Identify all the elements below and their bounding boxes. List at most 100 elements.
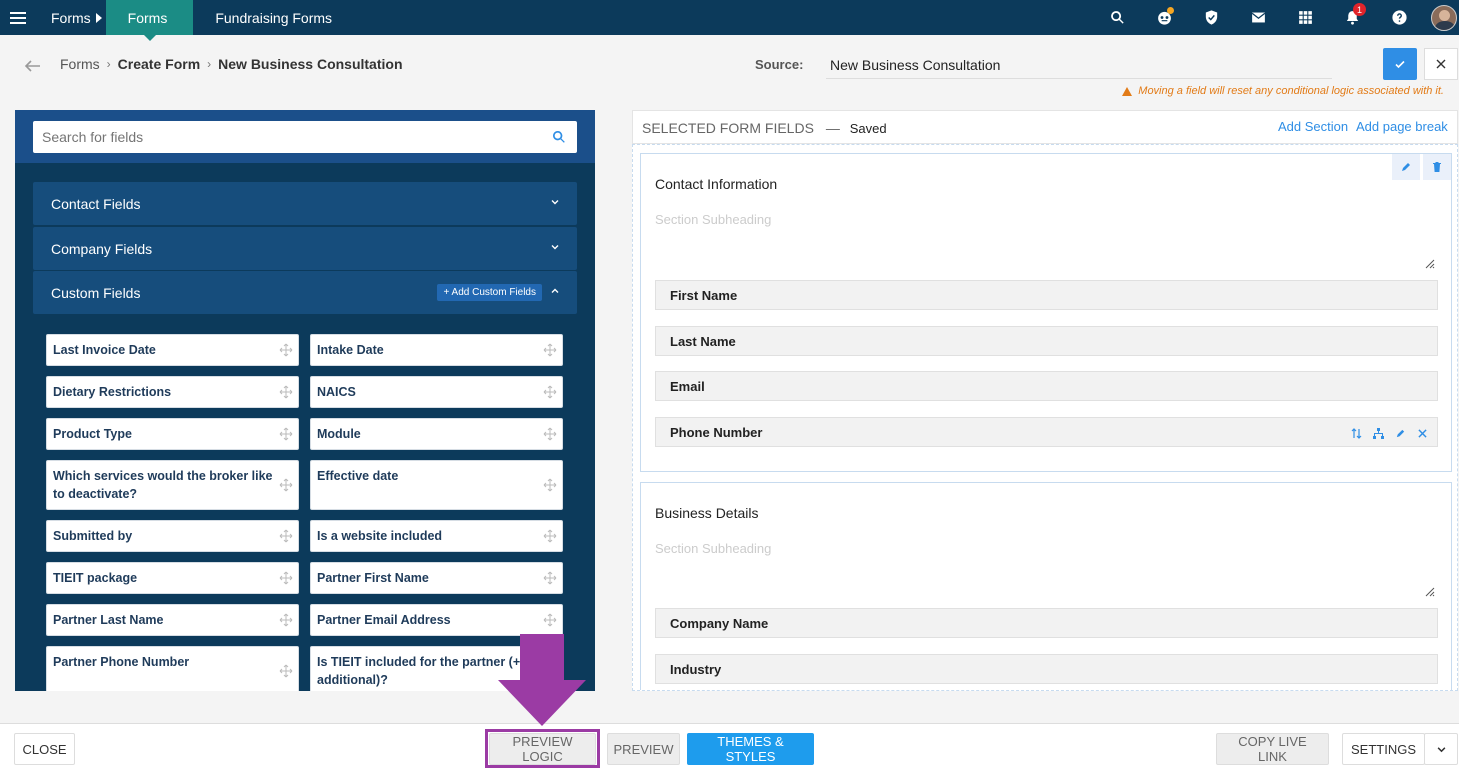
tab-fundraising-forms[interactable]: Fundraising Forms — [193, 10, 354, 26]
add-section-link[interactable]: Add Section — [1278, 119, 1348, 134]
themes-styles-button[interactable]: THEMES & STYLES — [687, 733, 814, 765]
field-chip[interactable]: NAICS — [310, 376, 563, 408]
resize-handle-icon[interactable] — [1423, 257, 1435, 269]
close-button[interactable]: CLOSE — [14, 733, 75, 765]
back-arrow-icon[interactable] — [22, 56, 42, 76]
field-chip-label: Submitted by — [53, 529, 133, 543]
move-handle-icon[interactable] — [543, 478, 557, 492]
field-chip[interactable]: Partner First Name — [310, 562, 563, 594]
move-handle-icon[interactable] — [279, 664, 293, 678]
field-chip[interactable]: Effective date — [310, 460, 563, 510]
cancel-button[interactable] — [1424, 48, 1458, 80]
tab-forms[interactable]: Forms — [105, 0, 194, 41]
remove-field-icon[interactable] — [1411, 422, 1433, 444]
nav-crumb-label: Forms — [51, 9, 91, 26]
move-handle-icon[interactable] — [279, 478, 293, 492]
move-handle-icon[interactable] — [279, 613, 293, 627]
bot-icon[interactable] — [1141, 0, 1188, 35]
hamburger-menu-icon[interactable] — [0, 0, 35, 35]
breadcrumb-forms[interactable]: Forms — [60, 56, 100, 72]
move-handle-icon[interactable] — [543, 343, 557, 357]
field-search-bar — [15, 110, 595, 163]
form-field-row[interactable]: Industry — [655, 654, 1438, 684]
resize-handle-icon[interactable] — [1423, 585, 1435, 597]
selected-fields-header: SELECTED FORM FIELDS — Saved Add Section… — [632, 110, 1458, 144]
form-field-row[interactable]: Company Name — [655, 608, 1438, 638]
search-icon[interactable] — [1094, 0, 1141, 35]
field-chip-label: TIEIT package — [53, 571, 138, 585]
search-icon[interactable] — [551, 129, 567, 145]
breadcrumb-create-form[interactable]: Create Form — [118, 56, 200, 72]
bell-icon[interactable]: 1 — [1329, 0, 1376, 35]
field-chip[interactable]: Submitted by — [46, 520, 299, 552]
close-icon — [1436, 59, 1446, 69]
move-handle-icon[interactable] — [543, 571, 557, 585]
form-field-row[interactable]: First Name — [655, 280, 1438, 310]
move-handle-icon[interactable] — [279, 571, 293, 585]
conditional-logic-icon[interactable] — [1367, 422, 1389, 444]
delete-section-button[interactable] — [1423, 154, 1451, 180]
breadcrumb-current: New Business Consultation — [218, 56, 403, 72]
form-field-row[interactable]: Phone Number — [655, 417, 1438, 447]
field-chip[interactable]: Partner Last Name — [46, 604, 299, 636]
move-handle-icon[interactable] — [279, 385, 293, 399]
field-chip[interactable]: Is a website included — [310, 520, 563, 552]
field-chip-label: Is a website included — [317, 529, 443, 543]
trash-icon — [1433, 162, 1441, 172]
help-icon[interactable] — [1376, 0, 1423, 35]
accordion-label: Company Fields — [51, 240, 153, 257]
move-handle-icon[interactable] — [543, 529, 557, 543]
add-page-break-link[interactable]: Add page break — [1356, 119, 1448, 134]
confirm-button[interactable] — [1383, 48, 1417, 80]
edit-section-button[interactable] — [1392, 154, 1420, 180]
preview-button[interactable]: PREVIEW — [607, 733, 680, 765]
move-handle-icon[interactable] — [543, 613, 557, 627]
mail-icon[interactable] — [1235, 0, 1282, 35]
field-chip-label: NAICS — [317, 385, 356, 399]
field-chip[interactable]: Partner Phone Number — [46, 646, 299, 691]
chevron-down-icon — [551, 200, 559, 205]
form-field-row[interactable]: Last Name — [655, 326, 1438, 356]
move-handle-icon[interactable] — [279, 343, 293, 357]
form-field-row[interactable]: Email — [655, 371, 1438, 401]
field-chip[interactable]: Intake Date — [310, 334, 563, 366]
move-handle-icon[interactable] — [279, 529, 293, 543]
section-actions — [1389, 154, 1451, 180]
move-handle-icon[interactable] — [279, 427, 293, 441]
field-chip[interactable]: Partner Email Address — [310, 604, 563, 636]
accordion-company-fields[interactable]: Company Fields — [33, 227, 577, 270]
move-handle-icon[interactable] — [543, 385, 557, 399]
settings-button[interactable]: SETTINGS — [1342, 733, 1425, 765]
chevron-down-icon — [1437, 746, 1445, 752]
section-title[interactable]: Contact Information — [655, 176, 777, 192]
sort-arrows-icon[interactable] — [1345, 422, 1367, 444]
copy-live-link-button[interactable]: COPY LIVE LINK — [1216, 733, 1329, 765]
bot-status-dot — [1167, 7, 1174, 14]
apps-grid-icon[interactable] — [1282, 0, 1329, 35]
field-chip[interactable]: Last Invoice Date — [46, 334, 299, 366]
form-section[interactable]: Contact Information Section Subheading F… — [640, 153, 1452, 472]
nav-crumb-forms[interactable]: Forms — [35, 0, 106, 35]
accordion-custom-fields[interactable]: Custom Fields + Add Custom Fields — [33, 271, 577, 314]
form-field-label: Industry — [670, 661, 722, 677]
form-section[interactable]: Business Details Section Subheading Comp… — [640, 482, 1452, 690]
field-chip[interactable]: Product Type — [46, 418, 299, 450]
accordion-contact-fields[interactable]: Contact Fields — [33, 182, 577, 225]
source-input[interactable] — [826, 52, 1332, 79]
selected-fields-title-text: SELECTED FORM FIELDS — [642, 120, 814, 136]
field-chip[interactable]: Module — [310, 418, 563, 450]
section-subheading-placeholder[interactable]: Section Subheading — [655, 541, 771, 556]
field-chip[interactable]: TIEIT package — [46, 562, 299, 594]
shield-icon[interactable] — [1188, 0, 1235, 35]
user-avatar[interactable] — [1431, 4, 1457, 31]
section-subheading-placeholder[interactable]: Section Subheading — [655, 212, 771, 227]
add-custom-fields-button[interactable]: + Add Custom Fields — [437, 284, 542, 301]
pencil-icon[interactable] — [1389, 422, 1411, 444]
settings-dropdown-button[interactable] — [1424, 733, 1458, 765]
section-title[interactable]: Business Details — [655, 505, 759, 521]
field-chip[interactable]: Dietary Restrictions — [46, 376, 299, 408]
field-chip[interactable]: Which services would the broker like to … — [46, 460, 299, 510]
field-search-input[interactable] — [33, 121, 533, 153]
move-handle-icon[interactable] — [543, 427, 557, 441]
field-chip-label: Dietary Restrictions — [53, 385, 172, 399]
